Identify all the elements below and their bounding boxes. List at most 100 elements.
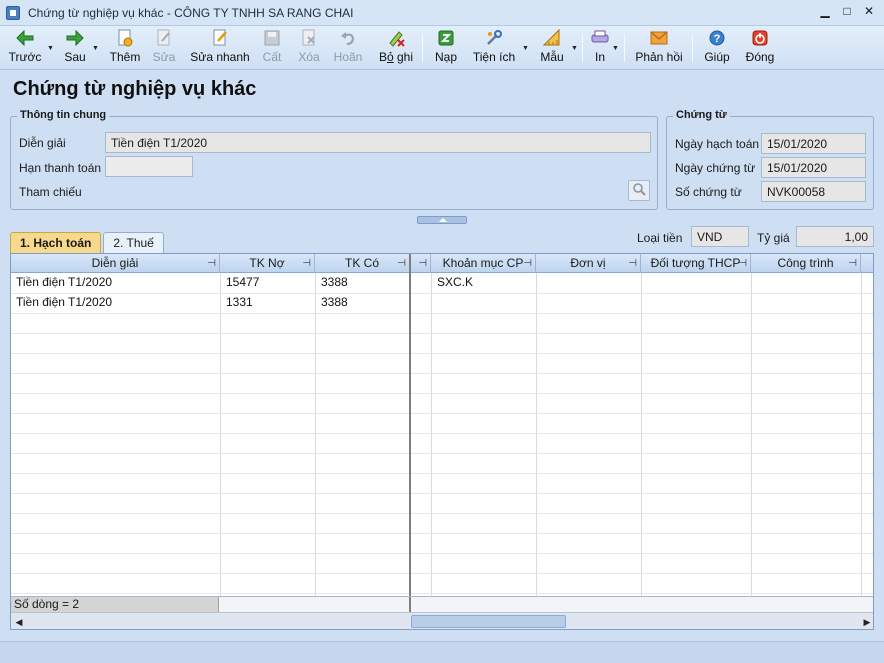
cell-debit[interactable]: 1331 — [226, 293, 253, 312]
minimize-button[interactable]: ▁ — [816, 4, 834, 20]
grid-row-line — [11, 313, 873, 314]
undo-icon — [339, 29, 357, 47]
voucher-no-field[interactable]: NVK00058 — [761, 181, 866, 202]
utilities-dropdown-icon[interactable]: ▼ — [522, 45, 529, 52]
grid-column-line — [536, 273, 537, 596]
scroll-left-icon[interactable]: ◀ — [13, 616, 25, 628]
add-document-icon — [116, 29, 134, 47]
posting-date-field[interactable]: 15/01/2020 — [761, 133, 866, 154]
due-date-field[interactable] — [105, 156, 193, 177]
grid-header: Diễn giải ⊣ TK Nợ ⊣ TK Có ⊣ ⊣ Khoản mục CP ⊣… — [11, 254, 873, 273]
exchange-rate-field[interactable]: 1,00 — [796, 226, 874, 247]
column-header-credit[interactable]: TK Có ⊣ — [315, 254, 410, 273]
delete-button[interactable]: Xóa — [296, 28, 322, 68]
grid-row-line — [11, 453, 873, 454]
pin-icon: ⊣ — [418, 258, 427, 269]
column-header-cost-item[interactable]: Khoản mục CP ⊣ — [431, 254, 536, 273]
template-button[interactable]: Mẫu — [538, 28, 566, 68]
prev-dropdown-icon[interactable]: ▼ — [47, 45, 54, 52]
printer-icon — [591, 29, 609, 47]
voucher-date-field[interactable]: 15/01/2020 — [761, 157, 866, 178]
help-button[interactable]: ? Giúp — [702, 28, 732, 68]
column-header-unit[interactable]: Đơn vị ⊣ — [536, 254, 641, 273]
horizontal-scrollbar[interactable]: ◀ ▶ — [11, 612, 873, 629]
currency-label: Loại tiền — [637, 231, 683, 245]
grid-column-line — [751, 273, 752, 596]
undo-button[interactable]: Hoãn — [332, 28, 364, 68]
column-header-cost-object[interactable]: Đối tượng THCP ⊣ — [641, 254, 751, 273]
pin-icon: ⊣ — [207, 258, 216, 269]
page-title: Chứng từ nghiệp vụ khác — [13, 78, 257, 100]
edit-button[interactable]: Sửa — [150, 28, 178, 68]
grid-row-line — [11, 593, 873, 594]
column-header-spacer[interactable]: ⊣ — [411, 254, 431, 273]
close-button[interactable]: Đóng — [744, 28, 776, 68]
currency-field[interactable]: VND — [691, 226, 749, 247]
next-dropdown-icon[interactable]: ▼ — [92, 45, 99, 52]
description-field[interactable]: Tiền điện T1/2020 — [105, 132, 651, 153]
add-button[interactable]: Thêm — [108, 28, 142, 68]
search-icon — [632, 182, 646, 199]
envelope-icon — [650, 29, 668, 47]
cell-credit[interactable]: 3388 — [321, 273, 348, 292]
description-label: Diễn giải — [19, 136, 66, 150]
save-disk-icon — [263, 29, 281, 47]
tab-tax[interactable]: 2. Thuế — [103, 232, 164, 253]
column-header-debit[interactable]: TK Nợ ⊣ — [220, 254, 315, 273]
accounting-grid: Diễn giải ⊣ TK Nợ ⊣ TK Có ⊣ ⊣ Khoản mục CP ⊣… — [10, 253, 874, 630]
reference-lookup-button[interactable] — [628, 180, 650, 201]
scroll-right-icon[interactable]: ▶ — [861, 616, 873, 628]
load-button[interactable]: Nạp — [432, 28, 460, 68]
grid-row-line — [11, 393, 873, 394]
grid-row-line — [11, 373, 873, 374]
quick-edit-icon — [211, 29, 229, 47]
reference-label: Tham chiếu — [19, 185, 82, 199]
arrow-left-icon — [16, 29, 34, 47]
print-button[interactable]: In — [590, 28, 610, 68]
grid-row-line — [11, 513, 873, 514]
frozen-column-divider — [409, 254, 411, 612]
tab-accounting[interactable]: 1. Hạch toán — [10, 232, 102, 254]
scroll-thumb[interactable] — [411, 615, 566, 628]
title-bar: Chứng từ nghiệp vụ khác - CÔNG TY TNHH S… — [0, 0, 884, 26]
posting-date-label: Ngày hạch toán — [675, 137, 760, 151]
template-dropdown-icon[interactable]: ▼ — [571, 45, 578, 52]
feedback-button[interactable]: Phản hồi — [634, 28, 684, 68]
grid-column-line — [641, 273, 642, 596]
app-icon — [6, 5, 20, 20]
toolbar: Trước ▼ Sau ▼ Thêm Sửa Sửa nhanh Cất Xóa… — [0, 26, 884, 70]
refresh-icon — [437, 29, 455, 47]
save-button[interactable]: Cất — [260, 28, 284, 68]
maximize-button[interactable]: □ — [838, 4, 856, 20]
prev-button[interactable]: Trước — [8, 28, 42, 68]
print-dropdown-icon[interactable]: ▼ — [612, 45, 619, 52]
toolbar-separator — [582, 34, 583, 62]
due-date-label: Hạn thanh toán — [19, 161, 102, 175]
grid-row-line — [11, 433, 873, 434]
cell-credit[interactable]: 3388 — [321, 293, 348, 312]
collapse-panel-button[interactable] — [417, 216, 467, 224]
unpost-icon — [387, 29, 405, 47]
grid-footer: Số dòng = 2 — [11, 596, 873, 613]
column-header-description[interactable]: Diễn giải ⊣ — [11, 254, 220, 273]
pin-icon: ⊣ — [738, 258, 747, 269]
next-button[interactable]: Sau — [60, 28, 90, 68]
cell-cost-item[interactable]: SXC.K — [437, 273, 473, 292]
column-header-project[interactable]: Công trình ⊣ — [751, 254, 861, 273]
cell-debit[interactable]: 15477 — [226, 273, 259, 292]
tools-icon — [485, 29, 503, 47]
cell-description[interactable]: Tiền điện T1/2020 — [16, 293, 112, 312]
grid-row-line — [11, 413, 873, 414]
grid-row-line — [11, 533, 873, 534]
unpost-button[interactable]: Bỏ ghi — [376, 28, 416, 68]
voucher-date-label: Ngày chứng từ — [675, 161, 756, 175]
voucher-no-label: Số chứng từ — [675, 185, 742, 199]
quick-edit-button[interactable]: Sửa nhanh — [190, 28, 250, 68]
utilities-button[interactable]: Tiện ích — [470, 28, 518, 68]
cell-description[interactable]: Tiền điện T1/2020 — [16, 273, 112, 292]
grid-column-line — [315, 273, 316, 596]
power-icon — [751, 29, 769, 47]
close-window-button[interactable]: ✕ — [860, 4, 878, 20]
grid-row-line — [11, 333, 873, 334]
pin-icon: ⊣ — [302, 258, 311, 269]
